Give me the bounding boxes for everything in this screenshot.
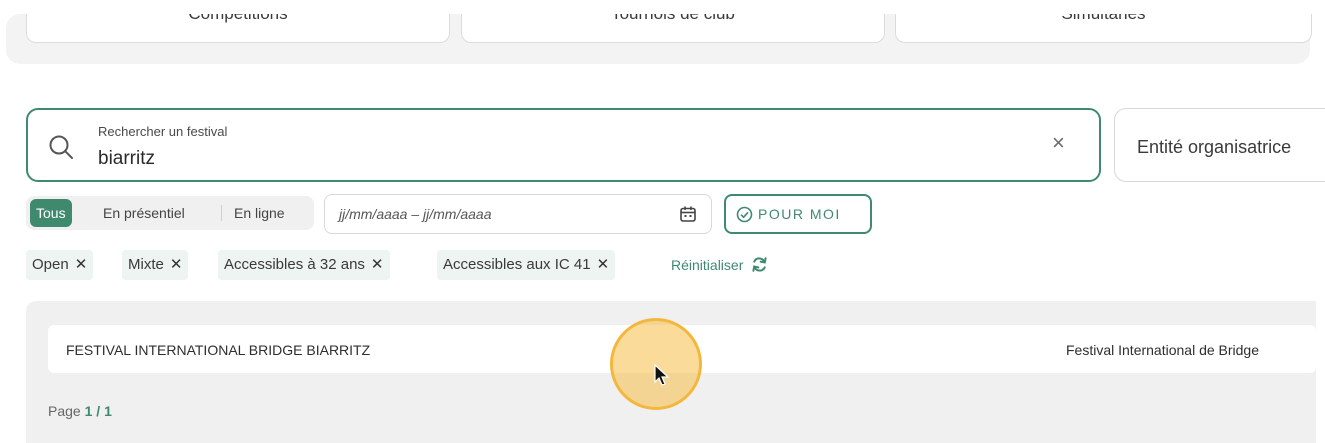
- clear-icon[interactable]: ×: [1052, 130, 1065, 156]
- mode-en-ligne[interactable]: En ligne: [234, 196, 285, 230]
- date-range-input[interactable]: jj/mm/aaaa – jj/mm/aaaa: [324, 194, 712, 234]
- mode-filter: Tous En présentiel En ligne: [26, 196, 314, 230]
- divider: [221, 205, 222, 221]
- entity-organizer-label: Entité organisatrice: [1137, 137, 1292, 157]
- remove-icon[interactable]: ✕: [597, 256, 610, 273]
- pagination-current: 1: [84, 403, 93, 419]
- festival-search-field[interactable]: Rechercher un festival biarritz ×: [26, 108, 1101, 182]
- mode-tous[interactable]: Tous: [30, 199, 72, 227]
- chip-accessibles-ic-41[interactable]: Accessibles aux IC 41 ✕: [437, 250, 616, 280]
- remove-icon[interactable]: ✕: [170, 256, 183, 273]
- tab-label: Compétitions: [27, 14, 449, 24]
- pagination-prefix: Page: [48, 403, 81, 419]
- refresh-icon: [752, 257, 767, 272]
- category-tabs: Compétitions Tournois de club Simultanés: [6, 14, 1312, 64]
- tab-label: Tournois de club: [462, 14, 884, 24]
- check-circle-icon: [736, 206, 753, 223]
- search-input[interactable]: biarritz: [98, 148, 155, 170]
- date-range-placeholder: jj/mm/aaaa – jj/mm/aaaa: [339, 206, 492, 222]
- festival-organizer: Festival International de Bridge: [1066, 342, 1259, 358]
- remove-icon[interactable]: ✕: [75, 256, 88, 273]
- festival-name: FESTIVAL INTERNATIONAL BRIDGE BIARRITZ: [66, 342, 371, 358]
- search-icon: [49, 135, 73, 159]
- mode-en-presentiel[interactable]: En présentiel: [103, 196, 185, 230]
- reset-filters-link[interactable]: Réinitialiser: [671, 250, 768, 280]
- pour-moi-button[interactable]: POUR MOI: [724, 194, 872, 234]
- mouse-pointer-icon: [654, 364, 670, 386]
- chip-accessibles-32-ans[interactable]: Accessibles à 32 ans ✕: [218, 250, 390, 280]
- pagination-separator: /: [96, 403, 101, 419]
- tab-competitions[interactable]: Compétitions: [26, 14, 450, 43]
- chip-mixte[interactable]: Mixte ✕: [122, 250, 189, 280]
- tab-label: Simultanés: [896, 14, 1311, 24]
- chip-open[interactable]: Open ✕: [26, 250, 94, 280]
- remove-icon[interactable]: ✕: [371, 256, 384, 273]
- pour-moi-label: POUR MOI: [758, 206, 841, 222]
- chip-label: Mixte: [128, 256, 164, 273]
- search-label: Rechercher un festival: [98, 124, 228, 139]
- tab-tournois-de-club[interactable]: Tournois de club: [461, 14, 885, 43]
- chip-label: Accessibles aux IC 41: [443, 256, 591, 273]
- calendar-icon[interactable]: [679, 205, 697, 223]
- pagination: Page 1 / 1: [48, 403, 112, 419]
- tab-simultanes[interactable]: Simultanés: [895, 14, 1312, 43]
- chip-label: Accessibles à 32 ans: [224, 256, 365, 273]
- reset-label: Réinitialiser: [671, 257, 744, 273]
- pagination-total: 1: [104, 403, 112, 419]
- chip-label: Open: [32, 256, 69, 273]
- entity-organizer-select[interactable]: Entité organisatrice: [1114, 108, 1325, 182]
